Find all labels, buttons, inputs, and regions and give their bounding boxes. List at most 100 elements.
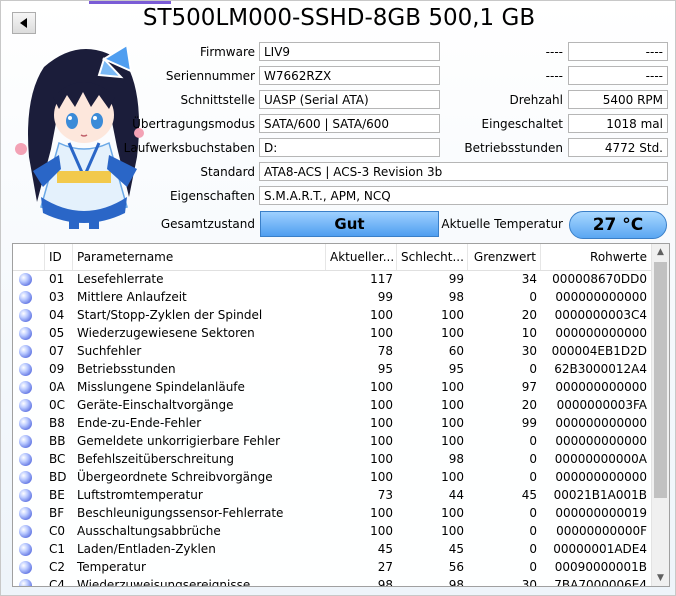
table-cell: 20	[521, 308, 537, 322]
disk-title: ST500LM000-SSHD-8GB 500,1 GB	[142, 5, 536, 31]
table-row[interactable]: 09 Betriebsstunden 95 95 0 62B3000012A4	[13, 360, 651, 378]
temperature-label: Aktuelle Temperatur	[441, 217, 563, 231]
table-cell: 45	[521, 488, 537, 502]
transfer-mode-value: SATA/600 | SATA/600	[259, 114, 440, 133]
status-dot-icon	[19, 381, 32, 394]
right-info-value-1: ----	[568, 42, 668, 61]
table-row[interactable]: C4 Wiederzuweisungsereignisse 98 98 30 7BA700…	[13, 576, 651, 587]
standard-label: Standard	[200, 165, 255, 179]
table-row[interactable]: C0 Ausschaltungsabbrüche 100 100 0 0000000000…	[13, 522, 651, 540]
table-cell: 0	[529, 506, 537, 520]
table-cell: Befehlszeitüberschreitung	[77, 452, 235, 466]
column-header-raw[interactable]: Rohwerte	[541, 244, 651, 270]
table-cell: 30	[521, 578, 537, 587]
table-row[interactable]: 0A Misslungene Spindelanläufe 100 100 97 0000…	[13, 378, 651, 396]
features-value: S.M.A.R.T., APM, NCQ	[259, 186, 668, 205]
right-info-value-2: ----	[568, 66, 668, 85]
status-dot-icon	[19, 579, 32, 586]
table-cell: Start/Stopp-Zyklen der Spindel	[77, 308, 263, 322]
table-cell: 97	[521, 380, 537, 394]
table-cell: 100	[441, 524, 464, 538]
health-status-button[interactable]: Gut	[260, 211, 439, 237]
table-row[interactable]: BB Gemeldete unkorrigierbare Fehler 100 100…	[13, 432, 651, 450]
table-row[interactable]: BC Befehlszeitüberschreitung 100 98 0 0000000…	[13, 450, 651, 468]
table-cell: C0	[49, 524, 66, 538]
status-dot-icon	[19, 453, 32, 466]
rotation-rate-value: 5400 RPM	[568, 90, 668, 109]
temperature-button[interactable]: 27 °C	[569, 211, 667, 239]
table-cell: Temperatur	[77, 560, 146, 574]
table-row[interactable]: BF Beschleunigungssensor-Fehlerrate 100 100…	[13, 504, 651, 522]
table-cell: 99	[377, 290, 393, 304]
table-cell: 0	[529, 452, 537, 466]
vertical-scrollbar[interactable]: ▲ ▼	[651, 244, 669, 586]
table-row[interactable]: 07 Suchfehler 78 60 30 000004EB1D2D	[13, 342, 651, 360]
table-cell: 98	[448, 290, 464, 304]
column-header-name[interactable]: Parametername	[73, 244, 326, 270]
table-cell: 45	[377, 542, 393, 556]
table-cell: 100	[370, 470, 393, 484]
table-cell: Mittlere Anlaufzeit	[77, 290, 187, 304]
drive-letters-label: Laufwerksbuchstaben	[123, 141, 255, 155]
table-row[interactable]: 04 Start/Stopp-Zyklen der Spindel 100 100 20…	[13, 306, 651, 324]
table-row[interactable]: 05 Wiederzugewiesene Sektoren 100 100 10 0000…	[13, 324, 651, 342]
table-cell: 73	[377, 488, 393, 502]
table-cell: 78	[377, 344, 393, 358]
table-cell: 0	[529, 524, 537, 538]
table-cell: 100	[370, 506, 393, 520]
table-cell: 100	[370, 434, 393, 448]
table-row[interactable]: 0C Geräte-Einschaltvorgänge 100 100 20 000000…	[13, 396, 651, 414]
status-dot-icon	[19, 273, 32, 286]
table-cell: 10	[521, 326, 537, 340]
power-on-count-label: Eingeschaltet	[481, 117, 563, 131]
table-cell: 98	[448, 578, 464, 587]
column-header-threshold[interactable]: Grenzwert	[468, 244, 541, 270]
column-header-status[interactable]	[13, 244, 45, 270]
column-header-current[interactable]: Aktueller...	[326, 244, 397, 270]
table-row[interactable]: C1 Laden/Entladen-Zyklen 45 45 0 00000001ADE4	[13, 540, 651, 558]
table-row[interactable]: 01 Lesefehlerrate 117 99 34 000008670DD0	[13, 270, 651, 288]
table-cell: 0	[529, 434, 537, 448]
right-info-label-1: ----	[545, 45, 563, 59]
table-cell: Gemeldete unkorrigierbare Fehler	[77, 434, 281, 448]
table-cell: 100	[441, 506, 464, 520]
table-cell: 30	[521, 344, 537, 358]
table-cell: 100	[441, 434, 464, 448]
table-cell: 000004EB1D2D	[551, 344, 647, 358]
table-cell: 00090000001B	[554, 560, 647, 574]
table-cell: 95	[448, 362, 464, 376]
standard-value: ATA8-ACS | ACS-3 Revision 3b	[259, 162, 668, 181]
table-cell: Beschleunigungssensor-Fehlerrate	[77, 506, 284, 520]
table-cell: Geräte-Einschaltvorgänge	[77, 398, 234, 412]
table-row[interactable]: BE Luftstromtemperatur 73 44 45 00021B1A001B	[13, 486, 651, 504]
table-cell: 117	[370, 272, 393, 286]
scroll-down-icon[interactable]: ▼	[652, 570, 669, 586]
interface-value: UASP (Serial ATA)	[259, 90, 440, 109]
table-cell: 0	[529, 560, 537, 574]
table-cell: 000000000019	[555, 506, 647, 520]
table-cell: 0000000003C4	[554, 308, 647, 322]
table-row[interactable]: 03 Mittlere Anlaufzeit 99 98 0 000000000000	[13, 288, 651, 306]
table-cell: 00000001ADE4	[553, 542, 647, 556]
scrollbar-thumb[interactable]	[654, 262, 667, 498]
mascot-illustration	[15, 43, 144, 229]
column-header-worst[interactable]: Schlecht...	[397, 244, 468, 270]
table-row[interactable]: BD Übergeordnete Schreibvorgänge 100 100 0 00…	[13, 468, 651, 486]
table-cell: 20	[521, 398, 537, 412]
table-cell: 01	[49, 272, 65, 286]
tab-accent-bar	[89, 1, 171, 4]
power-on-hours-value: 4772 Std.	[568, 138, 668, 157]
table-row[interactable]: C2 Temperatur 27 56 0 00090000001B	[13, 558, 651, 576]
smart-attributes-table: ID Parametername Aktueller... Schlecht..…	[12, 243, 670, 587]
status-dot-icon	[19, 363, 32, 376]
table-cell: 95	[377, 362, 393, 376]
table-cell: 56	[448, 560, 464, 574]
table-cell: Laden/Entladen-Zyklen	[77, 542, 216, 556]
table-cell: 00021B1A001B	[553, 488, 647, 502]
table-cell: 100	[441, 416, 464, 430]
column-header-id[interactable]: ID	[45, 244, 73, 270]
table-row[interactable]: B8 Ende-zu-Ende-Fehler 100 100 99 00000000000…	[13, 414, 651, 432]
status-dot-icon	[19, 543, 32, 556]
table-cell: 62B3000012A4	[554, 362, 647, 376]
scroll-up-icon[interactable]: ▲	[652, 244, 669, 260]
